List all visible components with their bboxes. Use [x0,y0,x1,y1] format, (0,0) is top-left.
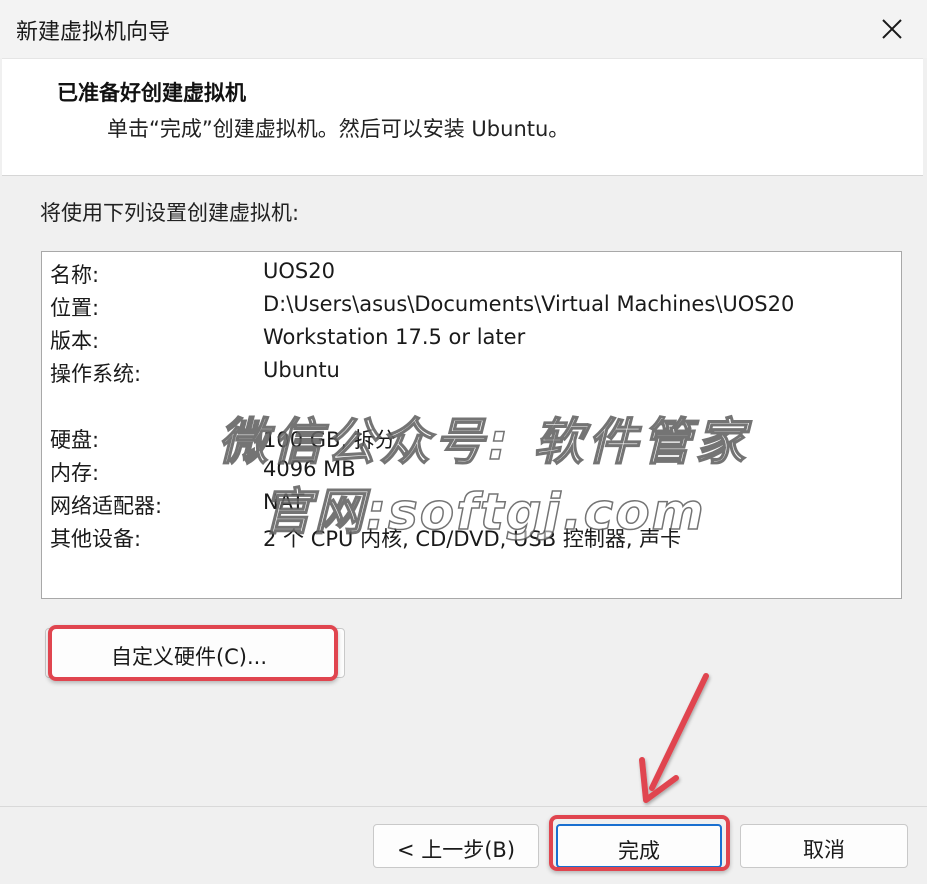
footer-divider [0,806,927,807]
customize-hardware-button[interactable]: 自定义硬件(C)... [45,628,345,678]
setting-label: 其他设备: [50,527,142,551]
setting-value: Ubuntu [263,358,340,382]
setting-row-disk: 硬盘: 100 GB, 拆分 [42,420,901,453]
setting-row-os: 操作系统: Ubuntu [42,354,901,387]
header-subtitle: 单击“完成”创建虚拟机。然后可以安装 Ubuntu。 [107,117,570,141]
setting-label: 网络适配器: [50,494,163,518]
setting-label: 内存: [50,461,100,485]
window-title: 新建虚拟机向导 [16,20,171,45]
setting-value: NAT [263,490,305,514]
cancel-button[interactable]: 取消 [740,824,908,868]
setting-value: UOS20 [263,259,335,283]
settings-summary: 名称: UOS20 位置: D:\Users\asus\Documents\Vi… [41,251,902,599]
cancel-button-label: 取消 [803,838,845,862]
customize-hardware-label: 自定义硬件(C)... [110,645,268,669]
setting-value: Workstation 17.5 or later [263,325,526,349]
setting-label: 位置: [50,296,100,320]
setting-label: 名称: [50,263,100,287]
setting-row-devices: 其他设备: 2 个 CPU 内核, CD/DVD, USB 控制器, 声卡 [42,519,901,552]
back-button[interactable]: < 上一步(B) [373,824,539,868]
title-bar: 新建虚拟机向导 [0,0,927,58]
wizard-header: 已准备好创建虚拟机 单击“完成”创建虚拟机。然后可以安装 Ubuntu。 [2,58,923,176]
setting-row-name: 名称: UOS20 [42,255,901,288]
annotation-arrow-icon [639,673,709,803]
setting-row-version: 版本: Workstation 17.5 or later [42,321,901,354]
setting-row-memory: 内存: 4096 MB [42,453,901,486]
setting-value: 100 GB, 拆分 [263,428,396,452]
setting-value: 4096 MB [263,457,356,481]
setting-value: 2 个 CPU 内核, CD/DVD, USB 控制器, 声卡 [263,527,682,551]
close-button[interactable] [864,8,920,50]
header-title: 已准备好创建虚拟机 [57,81,246,105]
close-icon [882,19,902,39]
setting-label: 硬盘: [50,428,100,452]
settings-intro: 将使用下列设置创建虚拟机: [40,201,300,225]
setting-value: D:\Users\asus\Documents\Virtual Machines… [263,292,795,316]
back-button-label: < 上一步(B) [396,838,516,862]
finish-button[interactable]: 完成 [556,824,722,868]
finish-button-label: 完成 [618,839,660,863]
setting-label: 操作系统: [50,362,142,386]
setting-row-location: 位置: D:\Users\asus\Documents\Virtual Mach… [42,288,901,321]
setting-row-network: 网络适配器: NAT [42,486,901,519]
setting-label: 版本: [50,329,100,353]
